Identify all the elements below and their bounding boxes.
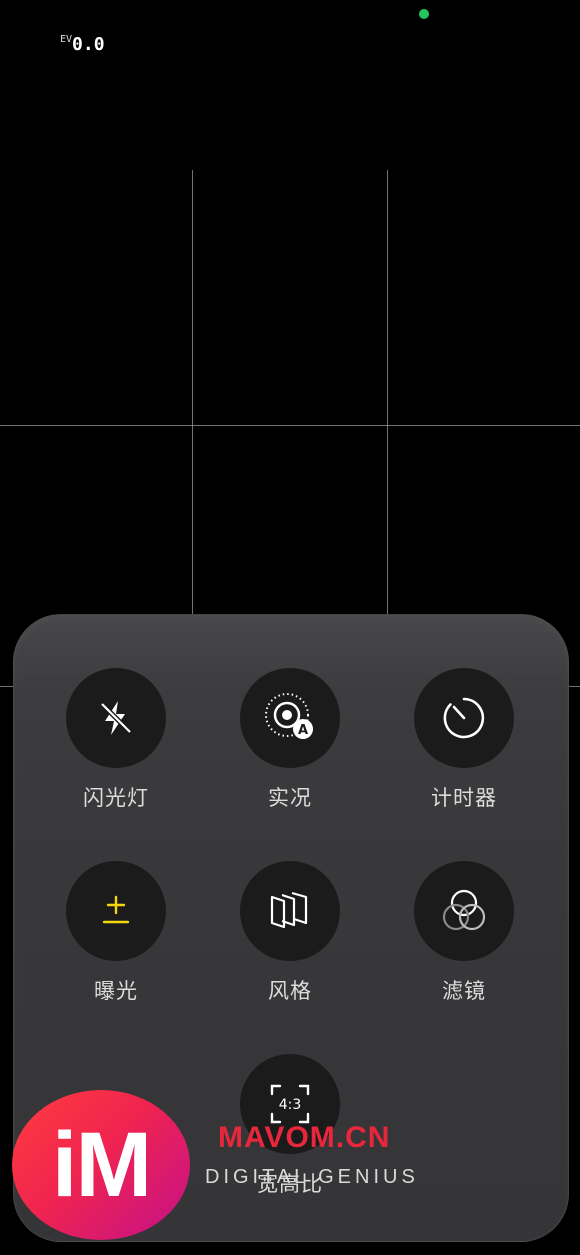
camera-in-use-indicator <box>419 9 429 19</box>
exposure-plus-minus-icon <box>102 895 130 924</box>
timer-label: 计时器 <box>431 786 497 810</box>
live-photo-label: 实况 <box>268 786 312 810</box>
watermark-tagline: DIGITAL GENIUS <box>205 1166 419 1188</box>
style-label: 风格 <box>268 979 312 1003</box>
svg-text:A: A <box>298 723 308 738</box>
site-logo: iM <box>12 1090 190 1240</box>
timer-button[interactable] <box>414 668 514 768</box>
filter-circles-icon <box>442 889 486 931</box>
filter-tile[interactable]: 滤镜 <box>409 861 519 1005</box>
watermark-site: MAVOM.CN <box>218 1121 391 1154</box>
timer-tile[interactable]: 计时器 <box>409 668 519 812</box>
flash-off-icon <box>100 701 132 735</box>
grid-line <box>192 170 193 690</box>
filter-label: 滤镜 <box>442 979 486 1003</box>
live-photo-tile[interactable]: A 实况 <box>235 668 345 812</box>
grid-line <box>0 425 580 426</box>
flash-label: 闪光灯 <box>83 786 149 810</box>
ev-label: EV <box>60 34 73 45</box>
style-button[interactable] <box>240 861 340 961</box>
live-photo-button[interactable]: A <box>240 668 340 768</box>
exposure-label: 曝光 <box>94 979 138 1003</box>
style-tile[interactable]: 风格 <box>235 861 345 1005</box>
timer-icon <box>443 697 485 739</box>
live-photo-auto-icon: A <box>265 693 313 739</box>
exposure-tile[interactable]: 曝光 <box>61 861 171 1005</box>
aspect-ratio-value: 4:3 <box>279 1097 302 1113</box>
filter-button[interactable] <box>414 861 514 961</box>
flash-button[interactable] <box>66 668 166 768</box>
grid-line <box>387 170 388 690</box>
exposure-button[interactable] <box>66 861 166 961</box>
flash-tile[interactable]: 闪光灯 <box>61 668 171 812</box>
style-layers-icon <box>270 891 308 929</box>
ev-value: 0.0 <box>72 34 105 55</box>
exposure-value-readout: EV0.0 <box>60 34 105 55</box>
logo-text: iM <box>51 1113 152 1216</box>
